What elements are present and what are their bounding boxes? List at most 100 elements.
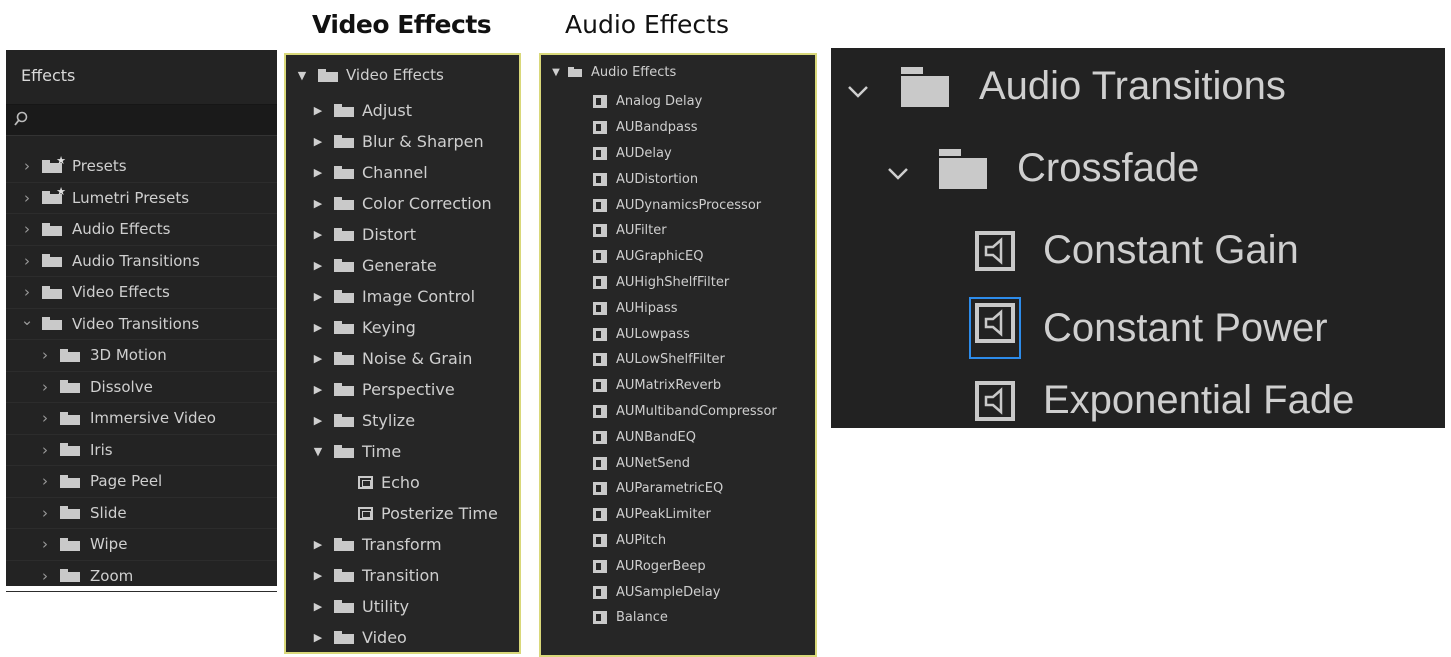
tree-row-balance[interactable]: Balance [541, 605, 815, 631]
tree-row-transform[interactable]: ▶ Transform [286, 529, 519, 560]
tree-row-noise-grain[interactable]: ▶ Noise & Grain [286, 343, 519, 374]
tree-row-label: Audio Effects [591, 64, 677, 80]
collapse-triangle-icon[interactable]: ▶ [311, 569, 325, 582]
effects-tree: › ★ Presets › ★ Lumetri Presets › Audio Effects… [6, 136, 277, 592]
tree-row-crossfade[interactable]: Crossfade [887, 146, 1199, 191]
tree-row-perspective[interactable]: ▶ Perspective [286, 374, 519, 405]
tree-row-echo[interactable]: Echo [286, 467, 519, 498]
tree-row-adjust[interactable]: ▶ Adjust [286, 95, 519, 126]
tree-row-image-control[interactable]: ▶ Image Control [286, 281, 519, 312]
collapse-triangle-icon[interactable]: ▶ [311, 259, 325, 272]
collapse-triangle-icon[interactable]: ▶ [311, 228, 325, 241]
tree-row-channel[interactable]: ▶ Channel [286, 157, 519, 188]
tree-row-zoom[interactable]: › Zoom [6, 561, 277, 592]
tree-row-video-transitions[interactable]: ⌄ Video Transitions [6, 309, 277, 340]
collapse-triangle-icon[interactable]: ▶ [311, 631, 325, 644]
collapse-triangle-icon[interactable]: ▶ [311, 600, 325, 613]
tree-row-audistortion[interactable]: AUDistortion [541, 166, 815, 192]
tree-row-auhighshelffilter[interactable]: AUHighShelfFilter [541, 270, 815, 296]
tree-row-keying[interactable]: ▶ Keying [286, 312, 519, 343]
tree-row-color-correction[interactable]: ▶ Color Correction [286, 188, 519, 219]
tree-row-aupeaklimiter[interactable]: AUPeakLimiter [541, 502, 815, 528]
tree-row-video-effects[interactable]: › Video Effects [6, 277, 277, 309]
collapse-triangle-icon[interactable]: ▶ [311, 352, 325, 365]
tree-row-video[interactable]: ▶ Video [286, 622, 519, 653]
tree-row-time[interactable]: ▼ Time [286, 436, 519, 467]
collapse-triangle-icon[interactable]: ▶ [311, 135, 325, 148]
tree-row-transition[interactable]: ▶ Transition [286, 560, 519, 591]
tree-row-presets[interactable]: › ★ Presets [6, 151, 277, 183]
tree-row-constant-gain[interactable]: Constant Gain [975, 228, 1299, 273]
tree-row-wipe[interactable]: › Wipe [6, 529, 277, 561]
tree-row-3d-motion[interactable]: › 3D Motion [6, 340, 277, 372]
tree-row-page-peel[interactable]: › Page Peel [6, 466, 277, 498]
chevron-right-icon[interactable]: › [20, 283, 34, 301]
chevron-right-icon[interactable]: › [20, 157, 34, 175]
chevron-down-icon[interactable] [847, 64, 869, 109]
tree-row-exponential-fade[interactable]: Exponential Fade [975, 378, 1354, 423]
tree-row-aulowshelffilter[interactable]: AULowShelfFilter [541, 347, 815, 373]
tree-row-auhipass[interactable]: AUHipass [541, 295, 815, 321]
tree-row-posterize-time[interactable]: Posterize Time [286, 498, 519, 529]
tree-row-constant-power[interactable]: Constant Power [969, 297, 1328, 359]
tree-row-distort[interactable]: ▶ Distort [286, 219, 519, 250]
chevron-right-icon[interactable]: › [38, 346, 52, 364]
folder-icon [42, 254, 62, 268]
collapse-triangle-icon[interactable]: ▶ [311, 538, 325, 551]
tree-row-ausampledelay[interactable]: AUSampleDelay [541, 579, 815, 605]
expand-triangle-icon[interactable]: ▼ [295, 69, 309, 82]
collapse-triangle-icon[interactable]: ▶ [311, 290, 325, 303]
tree-row-audio-transitions[interactable]: › Audio Transitions [6, 246, 277, 277]
tree-row-stylize[interactable]: ▶ Stylize [286, 405, 519, 436]
chevron-right-icon[interactable]: › [38, 472, 52, 490]
tree-row-audio-effects-root[interactable]: ▼ Audio Effects [541, 55, 815, 89]
tree-row-aulowpass[interactable]: AULowpass [541, 321, 815, 347]
chevron-right-icon[interactable]: › [20, 189, 34, 207]
collapse-triangle-icon[interactable]: ▶ [311, 321, 325, 334]
chevron-down-icon[interactable]: ⌄ [20, 311, 34, 329]
chevron-right-icon[interactable]: › [20, 220, 34, 238]
search-input[interactable] [32, 108, 266, 132]
tree-row-iris[interactable]: › Iris [6, 435, 277, 466]
tree-row-analog-delay[interactable]: Analog Delay [541, 89, 815, 115]
tree-row-immersive-video[interactable]: › Immersive Video [6, 403, 277, 435]
audio-effect-icon [593, 559, 607, 573]
tree-row-aumatrixreverb[interactable]: AUMatrixReverb [541, 373, 815, 399]
tree-row-audelay[interactable]: AUDelay [541, 141, 815, 167]
tree-row-aurogerbeep[interactable]: AURogerBeep [541, 553, 815, 579]
audio-effect-icon [593, 327, 607, 341]
expand-triangle-icon[interactable]: ▼ [311, 445, 325, 458]
tree-row-aumultibandcompressor[interactable]: AUMultibandCompressor [541, 399, 815, 425]
tree-row-audio-transitions[interactable]: Audio Transitions [847, 64, 1286, 109]
tree-row-lumetri-presets[interactable]: › ★ Lumetri Presets [6, 183, 277, 214]
collapse-triangle-icon[interactable]: ▶ [311, 166, 325, 179]
collapse-triangle-icon[interactable]: ▶ [311, 414, 325, 427]
tree-row-aunbandeq[interactable]: AUNBandEQ [541, 424, 815, 450]
expand-triangle-icon[interactable]: ▼ [550, 67, 562, 78]
tree-row-aunetsend[interactable]: AUNetSend [541, 450, 815, 476]
tree-row-auparametriceq[interactable]: AUParametricEQ [541, 476, 815, 502]
collapse-triangle-icon[interactable]: ▶ [311, 383, 325, 396]
tree-row-generate[interactable]: ▶ Generate [286, 250, 519, 281]
tree-row-video-effects-root[interactable]: ▼ Video Effects [286, 55, 519, 95]
chevron-right-icon[interactable]: › [38, 441, 52, 459]
collapse-triangle-icon[interactable]: ▶ [311, 197, 325, 210]
tree-row-aupitch[interactable]: AUPitch [541, 528, 815, 554]
tree-row-aubandpass[interactable]: AUBandpass [541, 115, 815, 141]
chevron-right-icon[interactable]: › [38, 567, 52, 585]
chevron-right-icon[interactable]: › [38, 378, 52, 396]
chevron-down-icon[interactable] [887, 146, 909, 191]
tree-row-utility[interactable]: ▶ Utility [286, 591, 519, 622]
tree-row-aufilter[interactable]: AUFilter [541, 218, 815, 244]
collapse-triangle-icon[interactable]: ▶ [311, 104, 325, 117]
chevron-right-icon[interactable]: › [38, 535, 52, 553]
tree-row-dissolve[interactable]: › Dissolve [6, 372, 277, 403]
tree-row-audynamicsprocessor[interactable]: AUDynamicsProcessor [541, 192, 815, 218]
chevron-right-icon[interactable]: › [20, 252, 34, 270]
tree-row-audio-effects[interactable]: › Audio Effects [6, 214, 277, 246]
chevron-right-icon[interactable]: › [38, 504, 52, 522]
tree-row-augraphiceq[interactable]: AUGraphicEQ [541, 244, 815, 270]
chevron-right-icon[interactable]: › [38, 409, 52, 427]
tree-row-slide[interactable]: › Slide [6, 498, 277, 529]
tree-row-blur-sharpen[interactable]: ▶ Blur & Sharpen [286, 126, 519, 157]
